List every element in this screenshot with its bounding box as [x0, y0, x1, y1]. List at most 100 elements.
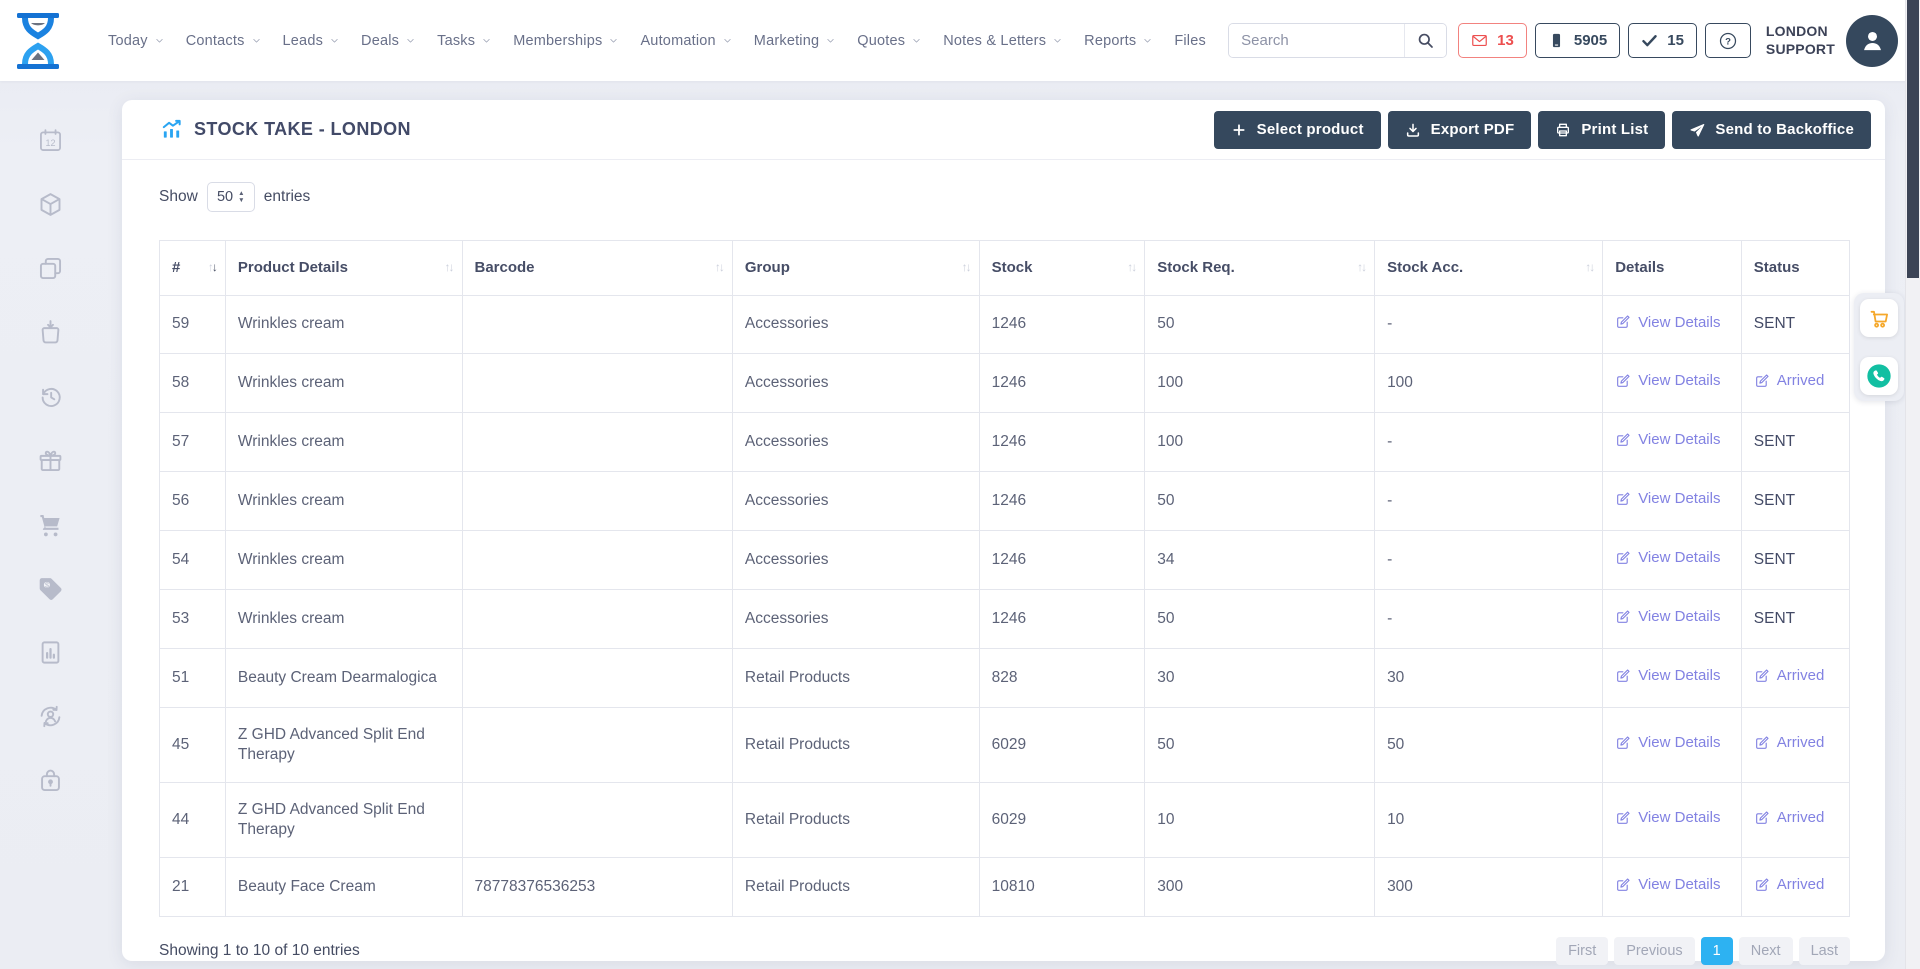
lock-icon[interactable]: [37, 767, 64, 794]
user-name: LONDON SUPPORT: [1766, 23, 1835, 58]
page-size-select[interactable]: 50 ▲▼: [207, 182, 255, 212]
column-header-stock[interactable]: Stock↑↓: [979, 241, 1145, 296]
nav-item-memberships[interactable]: Memberships: [513, 33, 619, 49]
cell-stock-acc: 30: [1375, 648, 1603, 707]
status-arrived-link[interactable]: Arrived: [1754, 808, 1825, 828]
page-title: STOCK TAKE - LONDON: [194, 119, 411, 140]
phone-icon: [1548, 32, 1565, 49]
cell-status: SENT: [1741, 531, 1849, 590]
cell-group: Accessories: [732, 472, 979, 531]
pagination-next[interactable]: Next: [1739, 937, 1793, 965]
copy-icon[interactable]: [37, 255, 64, 282]
main-nav: Today Contacts Leads Deals Tasks Memberships A…: [108, 33, 1206, 49]
nav-item-label: Deals: [361, 33, 399, 49]
cell-group: Retail Products: [732, 858, 979, 917]
view-details-link[interactable]: View Details: [1615, 548, 1720, 568]
cell-status: Arrived: [1741, 707, 1849, 782]
whatsapp-floating-button[interactable]: [1860, 357, 1898, 395]
nav-item-quotes[interactable]: Quotes: [857, 33, 922, 49]
history-icon[interactable]: [37, 383, 64, 410]
pagination-first[interactable]: First: [1556, 937, 1608, 965]
column-header-group[interactable]: Group↑↓: [732, 241, 979, 296]
cell-group: Retail Products: [732, 648, 979, 707]
help-icon: ?: [1718, 31, 1738, 51]
floating-actions: [1854, 293, 1904, 401]
cell-stock-req: 10: [1145, 783, 1375, 858]
column-header-barcode[interactable]: Barcode↑↓: [462, 241, 732, 296]
report-icon[interactable]: [37, 639, 64, 666]
cart-floating-button[interactable]: [1860, 299, 1898, 337]
column-header-stock-req[interactable]: Stock Req.↑↓: [1145, 241, 1375, 296]
cell-status: Arrived: [1741, 783, 1849, 858]
cell-group: Retail Products: [732, 707, 979, 782]
cell-stock: 1246: [979, 531, 1145, 590]
view-details-link[interactable]: View Details: [1615, 489, 1720, 509]
search-input[interactable]: [1229, 24, 1404, 57]
nav-item-marketing[interactable]: Marketing: [754, 33, 836, 49]
search-button[interactable]: [1404, 24, 1446, 57]
cell-stock-acc: -: [1375, 295, 1603, 354]
nav-item-contacts[interactable]: Contacts: [186, 33, 262, 49]
cart-icon[interactable]: [37, 511, 64, 538]
view-details-link[interactable]: View Details: [1615, 430, 1720, 450]
view-details-link[interactable]: View Details: [1615, 371, 1720, 391]
view-details-link[interactable]: View Details: [1615, 666, 1720, 686]
select-product-button[interactable]: Select product: [1214, 111, 1381, 149]
nav-item-notes-letters[interactable]: Notes & Letters: [943, 33, 1063, 49]
status-arrived-link[interactable]: Arrived: [1754, 875, 1825, 895]
pagination-1[interactable]: 1: [1701, 937, 1733, 965]
cell-barcode: [462, 295, 732, 354]
column-header-stock-acc[interactable]: Stock Acc.↑↓: [1375, 241, 1603, 296]
card-header: STOCK TAKE - LONDON Select productExport…: [122, 100, 1885, 160]
column-header-num[interactable]: #↑↓: [160, 241, 226, 296]
gift-icon[interactable]: [37, 447, 64, 474]
table-row: 58Wrinkles creamAccessories1246100100Vie…: [160, 354, 1850, 413]
status-arrived-link[interactable]: Arrived: [1754, 666, 1825, 686]
view-details-link[interactable]: View Details: [1615, 875, 1720, 895]
user-name-line1: LONDON: [1766, 23, 1835, 41]
package-icon[interactable]: [37, 191, 64, 218]
select-arrows-icon: ▲▼: [238, 190, 244, 204]
nav-item-label: Automation: [640, 33, 715, 49]
nav-item-deals[interactable]: Deals: [361, 33, 416, 49]
send-to-backoffice-button[interactable]: Send to Backoffice: [1672, 111, 1871, 149]
column-label: Product Details: [238, 259, 348, 276]
view-details-link[interactable]: View Details: [1615, 607, 1720, 627]
export-pdf-button[interactable]: Export PDF: [1388, 111, 1532, 149]
contact-sync-icon[interactable]: [37, 703, 64, 730]
view-details-link[interactable]: View Details: [1615, 808, 1720, 828]
nav-item-leads[interactable]: Leads: [283, 33, 341, 49]
status-arrived-link[interactable]: Arrived: [1754, 733, 1825, 753]
print-list-button[interactable]: Print List: [1538, 111, 1665, 149]
scrollbar-thumb[interactable]: [1907, 0, 1919, 278]
nav-item-today[interactable]: Today: [108, 33, 165, 49]
avatar[interactable]: [1846, 15, 1898, 67]
status-badge: SENT: [1754, 492, 1795, 509]
app-logo-icon[interactable]: [12, 12, 64, 70]
nav-item-files[interactable]: Files: [1174, 33, 1206, 49]
status-arrived-link[interactable]: Arrived: [1754, 371, 1825, 391]
pagination-last[interactable]: Last: [1799, 937, 1850, 965]
check-badge[interactable]: 15: [1628, 23, 1697, 58]
price-tag-icon[interactable]: $: [37, 575, 64, 602]
column-header-product-details[interactable]: Product Details↑↓: [225, 241, 462, 296]
mail-badge[interactable]: 13: [1458, 23, 1527, 58]
stock-table: #↑↓Product Details↑↓Barcode↑↓Group↑↓Stoc…: [159, 240, 1850, 917]
phone-badge[interactable]: 5905: [1535, 23, 1620, 58]
scrollbar[interactable]: [1905, 0, 1920, 969]
calendar-icon[interactable]: 12: [37, 127, 64, 154]
cell-details: View Details: [1603, 354, 1742, 413]
sort-icon: ↑↓: [715, 260, 723, 276]
view-details-link[interactable]: View Details: [1615, 733, 1720, 753]
cell-barcode: [462, 354, 732, 413]
help-button[interactable]: ?: [1705, 23, 1751, 58]
view-details-label: View Details: [1638, 666, 1720, 686]
nav-item-reports[interactable]: Reports: [1084, 33, 1153, 49]
view-details-label: View Details: [1638, 808, 1720, 828]
nav-item-tasks[interactable]: Tasks: [437, 33, 492, 49]
bag-icon[interactable]: [37, 319, 64, 346]
pagination-previous[interactable]: Previous: [1614, 937, 1694, 965]
view-details-label: View Details: [1638, 733, 1720, 753]
nav-item-automation[interactable]: Automation: [640, 33, 732, 49]
view-details-link[interactable]: View Details: [1615, 313, 1720, 333]
